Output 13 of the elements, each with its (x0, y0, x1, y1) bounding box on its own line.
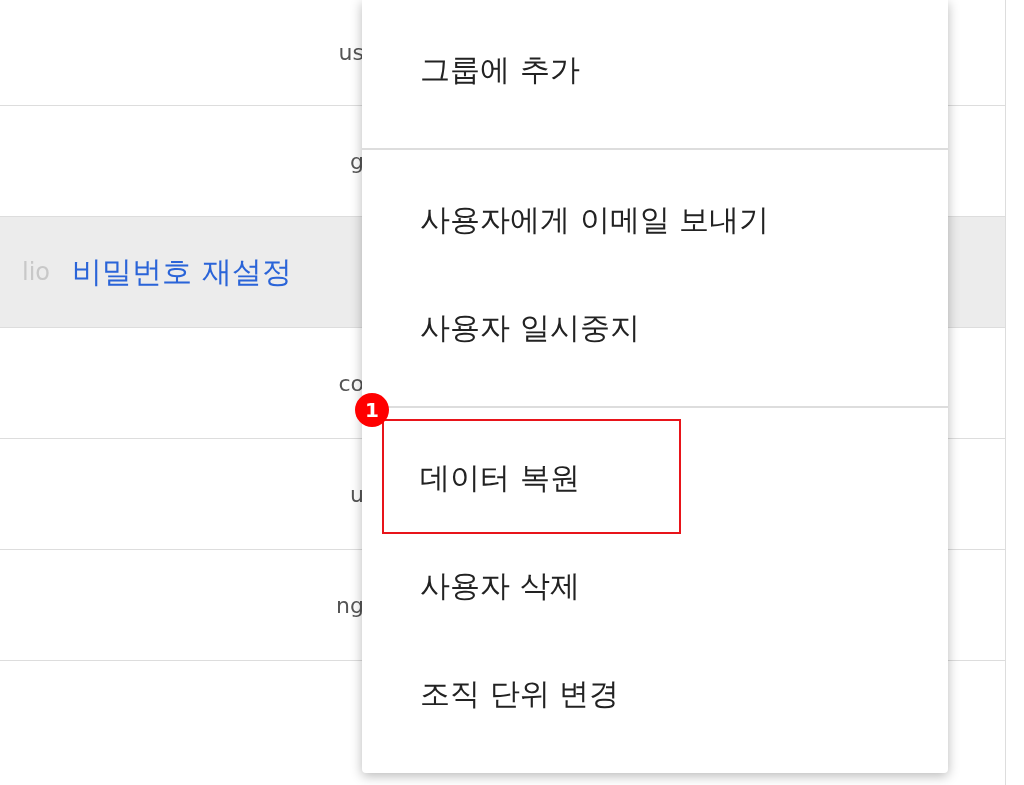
menu-item[interactable]: 사용자에게 이메일 보내기 (392, 166, 790, 274)
table-cell-text: co (337, 370, 364, 396)
menu-item[interactable]: 그룹에 추가 (392, 16, 600, 124)
menu-item[interactable]: 사용자 삭제 (392, 532, 600, 640)
menu-item[interactable]: 데이터 복원 (392, 424, 600, 532)
reset-password-link[interactable]: 비밀번호 재설정 (72, 251, 292, 293)
menu-item[interactable]: 조직 단위 변경 (392, 640, 640, 748)
table-cell-text: u (349, 481, 364, 507)
menu-item[interactable]: 사용자 일시중지 (392, 274, 660, 382)
table-cell-text: ng (335, 592, 364, 618)
table-cell-text: g (349, 148, 364, 174)
step-badge: 1 (355, 393, 389, 427)
table-cell-text: us (337, 40, 364, 65)
